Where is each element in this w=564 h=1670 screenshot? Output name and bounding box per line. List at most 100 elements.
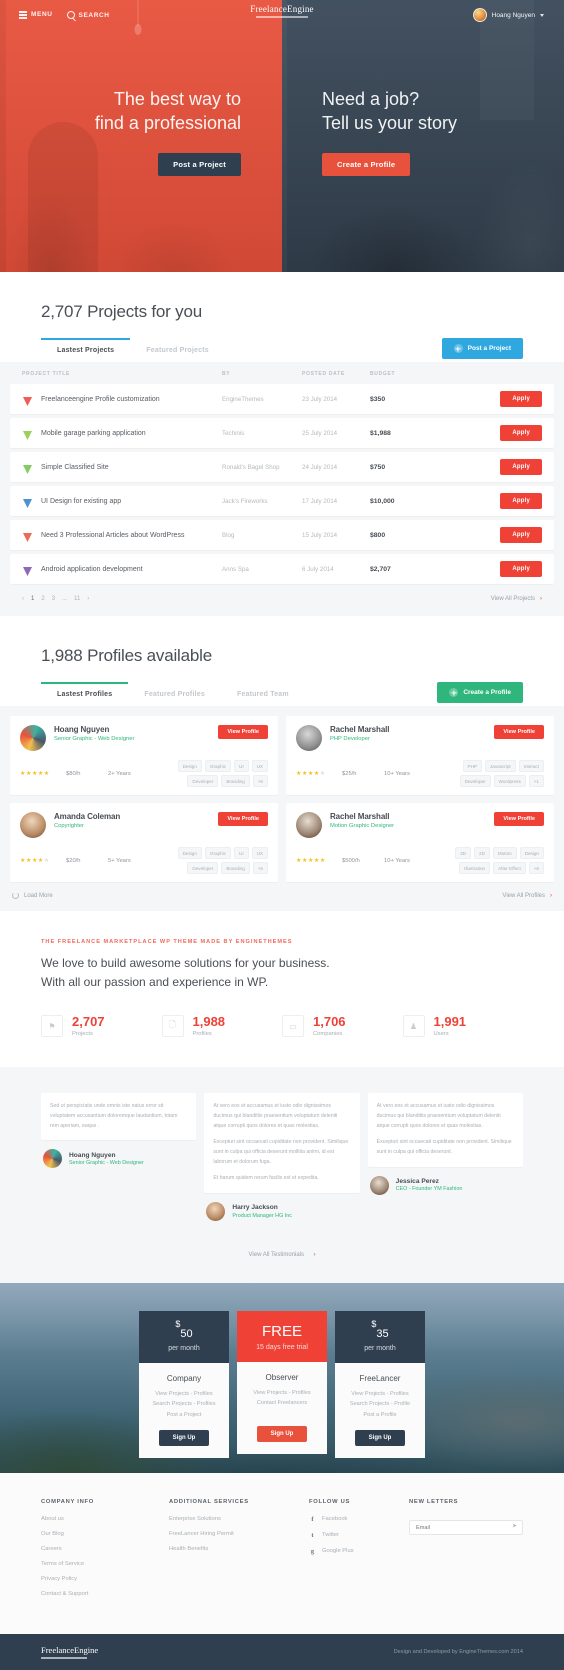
view-profile-button[interactable]: View Profile	[218, 725, 268, 739]
skill-tag[interactable]: UX	[251, 847, 268, 859]
footer-link[interactable]: Enterprise Solutions	[169, 1516, 309, 1522]
project-icon	[22, 530, 33, 542]
post-a-project-button[interactable]: Post a Project	[158, 153, 241, 177]
apply-button[interactable]: Apply	[500, 391, 542, 407]
skill-tag[interactable]: +5	[252, 775, 268, 787]
skill-tag[interactable]: Javascript	[484, 760, 516, 772]
profile-card[interactable]: Hoang Nguyen Senior Graphic - Web Designe…	[10, 716, 278, 795]
sign-up-button[interactable]: Sign Up	[354, 1429, 406, 1446]
plan-feature: View Projects - Profiles	[155, 1390, 213, 1397]
project-title: Freelanceengine Profile customization	[41, 395, 160, 403]
footer-link[interactable]: Contact & Support	[41, 1591, 169, 1597]
footer-column-newsletter: NEW LETTERS ➤	[409, 1499, 523, 1606]
sign-up-button[interactable]: Sign Up	[256, 1426, 308, 1443]
pagination-page[interactable]: 3	[52, 596, 55, 602]
skill-tag[interactable]: 3D	[455, 847, 472, 859]
footer-link[interactable]: Careers	[41, 1546, 169, 1552]
skill-tag[interactable]: Developer	[187, 775, 219, 787]
view-profile-button[interactable]: View Profile	[218, 812, 268, 826]
skill-tag[interactable]: Design	[177, 847, 202, 859]
tab-featured-team[interactable]: Featured Team	[221, 684, 305, 706]
table-row[interactable]: Android application development Anns Spa 6…	[10, 554, 554, 584]
tab-featured-profiles[interactable]: Featured Profiles	[128, 684, 221, 706]
avatar	[296, 812, 322, 838]
post-a-project-action-button[interactable]: Post a Project	[441, 338, 523, 359]
skill-tag[interactable]: Graphic	[204, 847, 232, 859]
table-row[interactable]: Freelanceengine Profile customization Eng…	[10, 384, 554, 414]
apply-button[interactable]: Apply	[500, 493, 542, 509]
create-a-profile-action-button[interactable]: Create a Profile	[437, 682, 523, 703]
skill-tag[interactable]: Developer	[459, 775, 491, 787]
profile-card[interactable]: Rachel Marshall PHP Developer View Profile…	[286, 716, 554, 795]
skill-tag[interactable]: Design	[519, 847, 544, 859]
pagination-prev[interactable]: ‹	[22, 596, 24, 602]
menu-button[interactable]: MENU	[12, 7, 60, 22]
profile-rate: $25/h	[342, 770, 357, 777]
user-menu[interactable]: Hoang Nguyen	[472, 8, 552, 22]
skill-tag[interactable]: UI	[234, 847, 249, 859]
skill-tag[interactable]: After Effect	[493, 862, 526, 874]
skill-tag[interactable]: Motion	[492, 847, 517, 859]
testimonial-text: Et harum quidem rerum facilis est et exp…	[213, 1175, 319, 1182]
skill-tag[interactable]: Wordpress	[493, 775, 526, 787]
skill-tag[interactable]: Branding	[221, 862, 250, 874]
view-profile-button[interactable]: View Profile	[494, 725, 544, 739]
social-link[interactable]: t Twitter	[309, 1532, 409, 1539]
tab-lastest-projects[interactable]: Lastest Projects	[41, 338, 131, 362]
skill-tag[interactable]: Illustration	[459, 862, 491, 874]
create-a-profile-button[interactable]: Create a Profile	[322, 153, 411, 177]
skill-tag[interactable]: +5	[252, 862, 268, 874]
profile-name: Rachel Marshall	[330, 812, 390, 821]
skill-tag[interactable]: +6	[528, 862, 544, 874]
pagination-page[interactable]: ...	[62, 596, 67, 602]
profile-experience: 5+ Years	[108, 857, 131, 864]
view-all-projects-link[interactable]: View All Projects ›	[491, 596, 542, 602]
footer-link[interactable]: Privacy Policy	[41, 1576, 169, 1582]
skill-tag[interactable]: Graphic	[204, 760, 232, 772]
skill-tag[interactable]: PHP	[462, 760, 482, 772]
pagination-page[interactable]: 2	[41, 596, 44, 602]
social-link[interactable]: f Facebook	[309, 1516, 409, 1523]
table-row[interactable]: Need 3 Professional Articles about WordP…	[10, 520, 554, 550]
skill-tag[interactable]: +1	[528, 775, 544, 787]
sign-up-button[interactable]: Sign Up	[158, 1429, 210, 1446]
tab-featured-projects[interactable]: Featured Projects	[130, 340, 225, 362]
skill-tag[interactable]: 2D	[474, 847, 490, 859]
search-button[interactable]: SEARCH	[60, 7, 117, 23]
newsletter-submit-icon[interactable]: ➤	[512, 1522, 517, 1529]
apply-button[interactable]: Apply	[500, 425, 542, 441]
footer-link[interactable]: Health Benefits	[169, 1546, 309, 1552]
testimonial-text: Excepturi sint occaecati cupiditate non …	[376, 1139, 512, 1155]
skill-tag[interactable]: Developer	[187, 862, 219, 874]
pagination[interactable]: ‹ 1 2 3... 11 ›	[22, 596, 89, 602]
newsletter-email-input[interactable]	[409, 1520, 523, 1536]
social-link[interactable]: g Google Plus	[309, 1548, 409, 1555]
skill-tag[interactable]: Interact	[518, 760, 544, 772]
apply-button[interactable]: Apply	[500, 527, 542, 543]
pagination-page[interactable]: 11	[74, 596, 80, 602]
tab-lastest-profiles[interactable]: Lastest Profiles	[41, 682, 129, 706]
table-row[interactable]: Mobile garage parking application Techini…	[10, 418, 554, 448]
apply-button[interactable]: Apply	[500, 459, 542, 475]
table-row[interactable]: UI Design for existing app Jack's Firewor…	[10, 486, 554, 516]
pagination-page[interactable]: 1	[31, 596, 34, 602]
table-row[interactable]: Simple Classified Site Ronald's Bagel Sho…	[10, 452, 554, 482]
profile-card[interactable]: Rachel Marshall Motion Graphic Designer Vi…	[286, 803, 554, 882]
footer-brand: FreelanceEngine	[41, 1645, 98, 1659]
skill-tag[interactable]: UI	[234, 760, 249, 772]
pagination-next[interactable]: ›	[87, 596, 89, 602]
skill-tag[interactable]: UX	[251, 760, 268, 772]
view-profile-button[interactable]: View Profile	[494, 812, 544, 826]
footer-link[interactable]: Terms of Service	[41, 1561, 169, 1567]
footer-link[interactable]: About us	[41, 1516, 169, 1522]
view-all-testimonials-link[interactable]: View All Testimonials ›	[41, 1243, 523, 1261]
footer-link[interactable]: FreeLancer Hiring Permit	[169, 1531, 309, 1537]
footer-link[interactable]: Our Blog	[41, 1531, 169, 1537]
view-all-profiles-link[interactable]: View All Profiles ›	[502, 893, 552, 899]
load-more-button[interactable]: Load More	[12, 892, 53, 899]
apply-button[interactable]: Apply	[500, 561, 542, 577]
profile-card[interactable]: Amanda Coleman Copyrighter View Profile ★★★…	[10, 803, 278, 882]
skill-tag[interactable]: Branding	[221, 775, 250, 787]
skill-tag[interactable]: Design	[177, 760, 202, 772]
project-posted-date: 6 July 2014	[302, 565, 334, 573]
